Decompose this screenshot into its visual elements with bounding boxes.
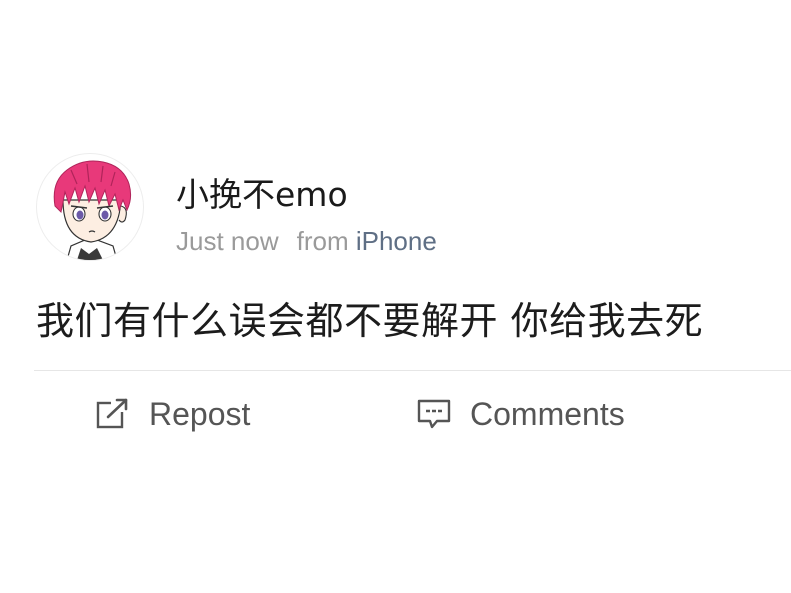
- repost-button[interactable]: Repost: [95, 392, 250, 436]
- comment-icon: [416, 396, 452, 432]
- comments-label: Comments: [470, 395, 625, 432]
- repost-label: Repost: [149, 395, 251, 432]
- comments-button[interactable]: Comments: [416, 392, 625, 436]
- anime-avatar-icon: [53, 160, 132, 260]
- post-time: Just now: [176, 226, 279, 256]
- post-meta: Just now from iPhone: [176, 226, 437, 257]
- author-name[interactable]: 小挽不emo: [176, 168, 348, 216]
- post-card: 小挽不emo Just now from iPhone 我们有什么误会都不要解开 …: [0, 0, 791, 593]
- post-text: 我们有什么误会都不要解开 你给我去死: [36, 299, 704, 343]
- avatar[interactable]: [37, 154, 143, 260]
- repost-icon: [95, 396, 131, 432]
- from-label: from: [296, 226, 349, 256]
- post-source[interactable]: iPhone: [356, 226, 437, 256]
- divider: [34, 370, 791, 371]
